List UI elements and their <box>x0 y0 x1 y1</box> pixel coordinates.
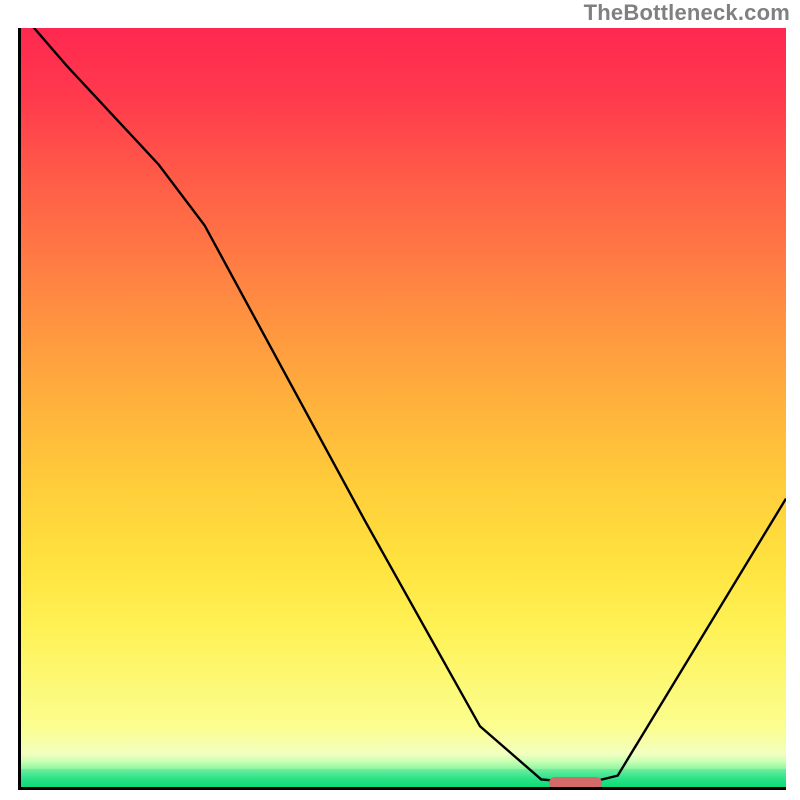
chart-plot-area <box>18 28 786 790</box>
curve-path <box>21 28 786 783</box>
optimal-marker <box>549 777 603 789</box>
watermark-text: TheBottleneck.com <box>584 0 790 26</box>
bottleneck-curve <box>21 28 786 787</box>
